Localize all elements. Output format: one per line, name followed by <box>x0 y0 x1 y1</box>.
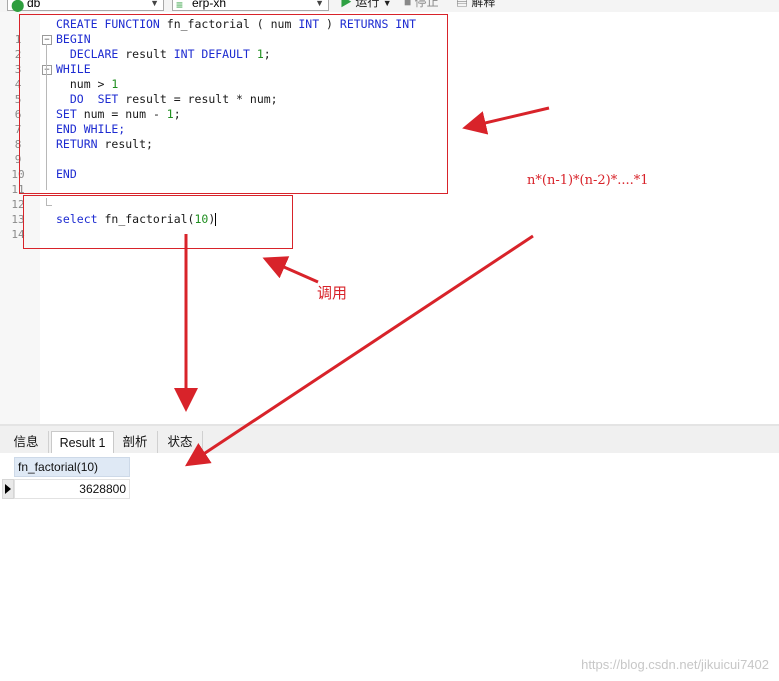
arrow-to-call <box>262 256 319 284</box>
arrow-to-function <box>462 106 550 135</box>
annotation-arrows <box>174 106 550 467</box>
arrow-formula-to-result <box>184 234 534 467</box>
